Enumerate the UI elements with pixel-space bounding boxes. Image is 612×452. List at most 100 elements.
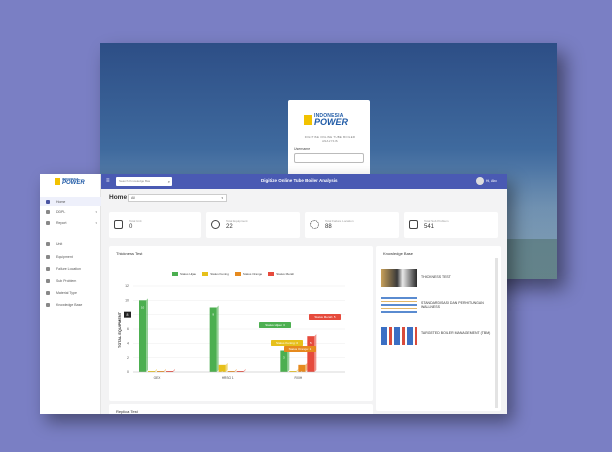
sidebar-item-home[interactable]: Home: [40, 197, 101, 206]
chart-bar-side: [216, 305, 219, 372]
home-icon: [46, 199, 50, 204]
chart-tooltip-text: Status Hijau: 3: [265, 323, 285, 327]
sidebar-item-failure-location[interactable]: Failure Location: [40, 264, 101, 273]
legend-label: Status Kuning: [210, 272, 229, 276]
chart-bar-side: [164, 369, 166, 372]
stat-value: 22: [226, 224, 233, 230]
stat-value: 541: [424, 224, 435, 230]
legend-item[interactable]: Status Orange: [234, 272, 262, 276]
sidebar: INDONESIA POWER Home DDPL ▾ Report ▾ Unit …: [40, 174, 101, 414]
legend-label: Status Merah: [276, 272, 295, 276]
indonesia-power-logo: INDONESIA POWER: [304, 113, 356, 133]
unit-filter-value: All: [131, 196, 135, 200]
sidebar-logo[interactable]: INDONESIA POWER: [55, 177, 99, 189]
chevron-down-icon: ▾: [221, 196, 223, 200]
stat-card-failure-location: Total Failure Location 88: [305, 212, 399, 238]
knowledge-scrollbar[interactable]: [495, 258, 498, 408]
user-menu[interactable]: Hi, Abc: [475, 177, 497, 185]
unit-filter-select[interactable]: All ▾: [128, 194, 227, 202]
stat-label: Total Failure Location: [325, 219, 354, 223]
legend-swatch: [202, 272, 209, 276]
stat-label: Total Sub Problem: [424, 219, 449, 223]
unit-grid-icon: [114, 220, 123, 229]
login-subtitle: DIGITISE ONLINE TUBE BOILER ANALYSIS: [304, 135, 356, 143]
legend-item[interactable]: Status Hijau: [172, 272, 196, 276]
y-tick-label: 6: [127, 327, 129, 331]
sidebar-item-equipment[interactable]: Equipment: [40, 252, 101, 261]
chart-legend: Status Hijau Status Kuning Status Orange…: [172, 272, 294, 276]
username-field[interactable]: [294, 153, 364, 163]
stat-value: 0: [129, 224, 133, 230]
chevron-down-icon: ▾: [95, 220, 97, 225]
knowledge-title: STANDARDISASI DAN PERHITUNGAN WALLNESS: [421, 301, 484, 309]
sidebar-item-unit[interactable]: Unit: [40, 239, 101, 248]
problem-icon: [409, 220, 418, 229]
dashboard-window: INDONESIA POWER Home DDPL ▾ Report ▾ Unit …: [40, 174, 507, 414]
stat-label: Total Unit: [129, 219, 142, 223]
knowledge-item[interactable]: TARGETED BOILER MANAGEMENT (TBM): [381, 327, 491, 347]
stat-card-equipment: Total Equipment 22: [206, 212, 300, 238]
sidebar-item-material-type[interactable]: Material Type: [40, 288, 101, 297]
x-tick-label: HRSG 1: [222, 376, 234, 380]
legend-item[interactable]: Status Merah: [268, 272, 294, 276]
ddpl-icon: [46, 209, 50, 214]
knowledge-item[interactable]: THICKNESS TEST: [381, 269, 491, 289]
chart-bar: [209, 307, 217, 372]
failure-location-icon: [46, 266, 50, 271]
knowledge-item[interactable]: STANDARDISASI DAN PERHITUNGAN WALLNESS: [381, 297, 491, 317]
sidebar-item-label: Report: [56, 220, 67, 225]
logo-main-text: POWER: [314, 117, 349, 127]
stat-value: 88: [325, 224, 332, 230]
logo-mark-icon: [55, 178, 60, 185]
bar-value-label: 10: [141, 305, 145, 309]
sidebar-logo-main: POWER: [62, 180, 85, 186]
y-tick-label: 10: [125, 299, 129, 303]
equipment-icon: [46, 254, 50, 259]
chart-tooltip-text: Status Merah: 5: [314, 315, 336, 319]
search-placeholder: Search Knowledge Bas: [119, 179, 151, 183]
legend-swatch: [268, 272, 275, 276]
chart-bar-side: [287, 348, 290, 372]
chart-bar-side: [243, 369, 246, 372]
knowledge-thumbnail: [381, 297, 417, 315]
chart-bar-side: [225, 362, 228, 372]
chart-bar-side: [155, 369, 157, 372]
hamburger-menu-icon[interactable]: ≡: [106, 178, 110, 184]
knowledge-thumbnail: [381, 327, 417, 345]
sidebar-item-label: Equipment: [56, 254, 73, 259]
sidebar-item-label: Material Type: [56, 290, 77, 295]
sidebar-item-label: Knowledge Base: [56, 302, 83, 307]
panel-title: Knowledge Base: [383, 251, 414, 256]
unit-icon: [46, 241, 50, 246]
report-icon: [46, 220, 50, 225]
sidebar-item-label: DDPL: [56, 209, 66, 214]
legend-label: Status Hijau: [180, 272, 197, 276]
sidebar-item-sub-problem[interactable]: Sub Problem: [40, 276, 101, 285]
chart-bar-side: [305, 362, 308, 372]
user-name: Hi, Abc: [485, 179, 497, 183]
y-tick-label: 12: [125, 284, 129, 288]
y-tick-label: 4: [127, 342, 129, 346]
chart-bar: [280, 350, 288, 372]
y-marker-label: 8: [127, 313, 129, 317]
y-axis-label: TOTAL EQUIPMENT: [118, 311, 122, 348]
replica-test-panel: Replica Test: [109, 404, 373, 414]
sub-problem-icon: [46, 278, 50, 283]
sidebar-item-report[interactable]: Report ▾: [40, 218, 101, 227]
knowledge-title: TARGETED BOILER MANAGEMENT (TBM): [421, 331, 491, 335]
logo-mark-icon: [304, 115, 312, 125]
legend-swatch: [172, 272, 178, 276]
search-icon[interactable]: ⌕: [168, 177, 170, 186]
legend-item[interactable]: Status Kuning: [202, 272, 229, 276]
sidebar-item-ddpl[interactable]: DDPL ▾: [40, 207, 101, 216]
sidebar-item-label: Unit: [56, 241, 63, 246]
sidebar-item-knowledge-base[interactable]: Knowledge Base: [40, 300, 101, 309]
chart-bar-side: [146, 298, 148, 372]
search-input[interactable]: Search Knowledge Bas ⌕: [116, 177, 172, 186]
knowledge-thumbnail: [381, 269, 417, 287]
chart-bar: [139, 300, 146, 372]
stat-card-sub-problem: Total Sub Problem 541: [404, 212, 498, 238]
stat-label: Total Equipment: [226, 219, 248, 223]
stat-card-unit: Total Unit 0: [109, 212, 201, 238]
y-tick-label: 0: [127, 370, 129, 374]
